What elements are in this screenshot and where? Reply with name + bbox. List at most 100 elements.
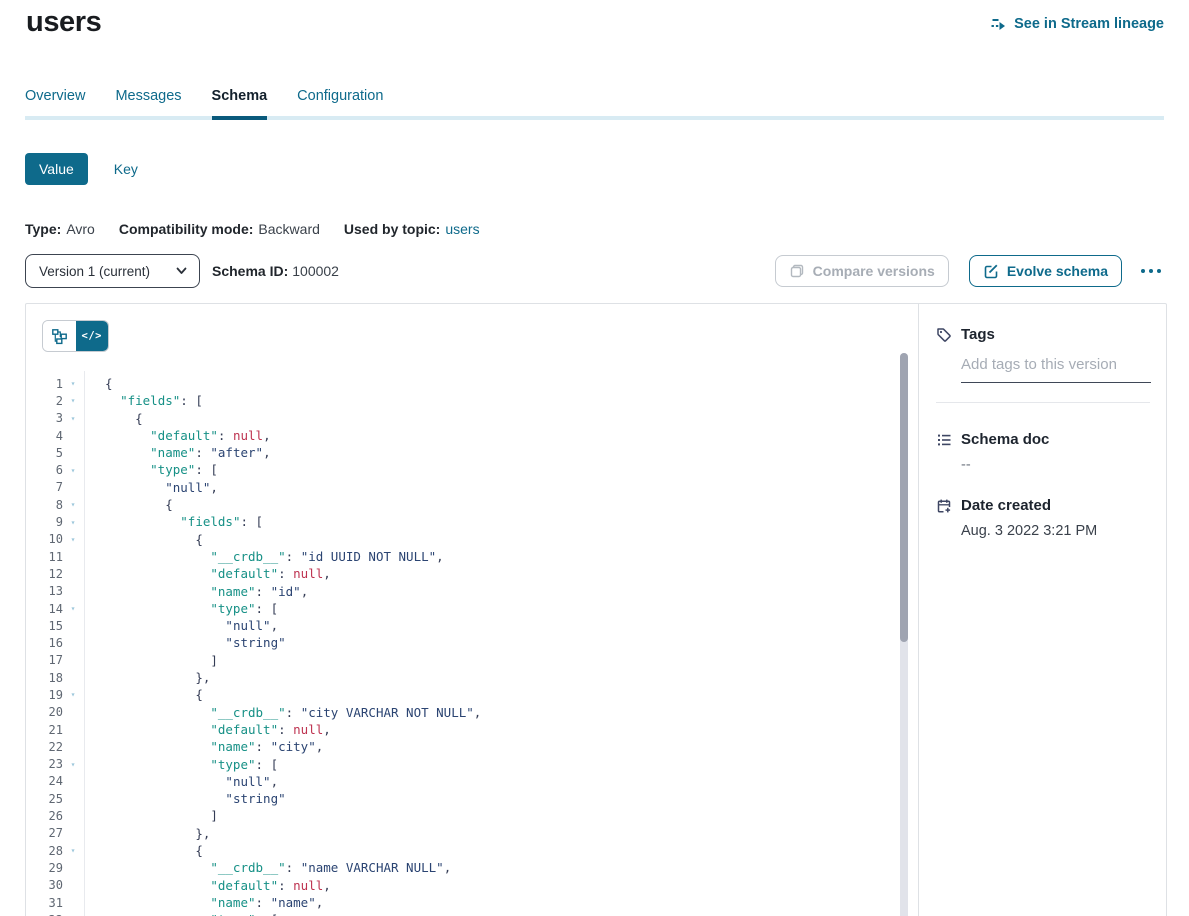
code-editor[interactable]: 1▾2▾3▾456▾78▾9▾10▾11121314▾1516171819▾20… — [26, 371, 918, 916]
fold-toggle-icon[interactable]: ▾ — [63, 846, 83, 855]
gutter-row: 6▾ — [26, 461, 84, 478]
topic-link[interactable]: users — [445, 221, 479, 237]
line-number: 27 — [26, 826, 63, 840]
code-scrollbar-thumb[interactable] — [900, 353, 908, 642]
schema-code-pane: </> 1▾2▾3▾456▾78▾9▾10▾11121314▾151617181… — [26, 304, 919, 916]
fold-toggle-icon[interactable]: ▾ — [63, 690, 83, 699]
code-scrollbar-track[interactable] — [900, 353, 908, 916]
gutter-row: 4 — [26, 427, 84, 444]
gutter-row: 23▾ — [26, 756, 84, 773]
date-created-section-header: Date created — [936, 497, 1151, 514]
list-icon — [936, 432, 952, 448]
line-number: 23 — [26, 757, 63, 771]
tree-view-icon — [51, 328, 68, 345]
code-line: "default": null, — [105, 565, 481, 582]
gutter-row: 24 — [26, 773, 84, 790]
line-number: 10 — [26, 532, 63, 546]
tree-view-button[interactable] — [43, 321, 76, 351]
line-number: 21 — [26, 723, 63, 737]
code-line: "name": "name", — [105, 894, 481, 911]
code-line: "name": "after", — [105, 444, 481, 461]
schema-id: Schema ID:100002 — [212, 263, 339, 279]
code-line: }, — [105, 825, 481, 842]
compare-versions-button[interactable]: Compare versions — [775, 255, 949, 287]
value-toggle-button[interactable]: Value — [25, 153, 88, 185]
code-line: "type": [ — [105, 911, 481, 916]
code-gutter: 1▾2▾3▾456▾78▾9▾10▾11121314▾1516171819▾20… — [26, 371, 85, 916]
versions-icon — [789, 263, 805, 279]
code-line: { — [105, 496, 481, 513]
line-number: 9 — [26, 515, 63, 529]
gutter-row: 20 — [26, 704, 84, 721]
gutter-row: 8▾ — [26, 496, 84, 513]
fold-toggle-icon[interactable]: ▾ — [63, 518, 83, 527]
gutter-row: 2▾ — [26, 392, 84, 409]
chevron-down-icon — [176, 267, 187, 275]
line-number: 17 — [26, 653, 63, 667]
calendar-plus-icon — [936, 498, 952, 514]
fold-toggle-icon[interactable]: ▾ — [63, 535, 83, 544]
tab-bar: Overview Messages Schema Configuration — [25, 88, 1164, 120]
fold-toggle-icon[interactable]: ▾ — [63, 500, 83, 509]
evolve-schema-button[interactable]: Evolve schema — [969, 255, 1122, 287]
date-created-value: Aug. 3 2022 3:21 PM — [961, 523, 1151, 539]
stream-lineage-icon — [990, 15, 1007, 32]
line-number: 30 — [26, 878, 63, 892]
code-line: ] — [105, 807, 481, 824]
line-number: 25 — [26, 792, 63, 806]
gutter-row: 28▾ — [26, 842, 84, 859]
tab-overview[interactable]: Overview — [25, 88, 85, 120]
code-view-icon: </> — [82, 330, 102, 342]
code-line: "name": "id", — [105, 583, 481, 600]
line-number: 20 — [26, 705, 63, 719]
schema-controls-row: Version 1 (current) Schema ID:100002 Com… — [25, 254, 1164, 288]
page-title: users — [26, 6, 101, 39]
code-line: "type": [ — [105, 600, 481, 617]
tab-schema[interactable]: Schema — [212, 88, 268, 120]
line-number: 4 — [26, 429, 63, 443]
code-lines: { "fields": [ { "default": null, "name":… — [85, 371, 481, 916]
fold-toggle-icon[interactable]: ▾ — [63, 604, 83, 613]
gutter-row: 29 — [26, 859, 84, 876]
code-view-button[interactable]: </> — [76, 321, 109, 351]
schema-doc-value: -- — [961, 457, 1151, 473]
code-line: "type": [ — [105, 461, 481, 478]
code-line: }, — [105, 669, 481, 686]
code-line: "fields": [ — [105, 392, 481, 409]
code-line: "null", — [105, 773, 481, 790]
tab-messages[interactable]: Messages — [115, 88, 181, 120]
gutter-row: 31 — [26, 894, 84, 911]
schema-sidebar: Tags Schema doc -- — [919, 304, 1167, 916]
fold-toggle-icon[interactable]: ▾ — [63, 414, 83, 423]
fold-toggle-icon[interactable]: ▾ — [63, 466, 83, 475]
gutter-row: 27 — [26, 825, 84, 842]
stream-lineage-link[interactable]: See in Stream lineage — [990, 15, 1164, 32]
fold-toggle-icon[interactable]: ▾ — [63, 379, 83, 388]
line-number: 18 — [26, 671, 63, 685]
tags-section-header: Tags — [936, 326, 1151, 343]
tab-configuration[interactable]: Configuration — [297, 88, 383, 120]
code-line: { — [105, 686, 481, 703]
key-toggle-button[interactable]: Key — [114, 161, 138, 177]
add-tags-input[interactable] — [961, 356, 1151, 383]
tag-icon — [936, 327, 952, 343]
schema-meta-row: Type:Avro Compatibility mode:Backward Us… — [25, 221, 480, 237]
code-line: "__crdb__": "name VARCHAR NULL", — [105, 859, 481, 876]
line-number: 26 — [26, 809, 63, 823]
line-number: 7 — [26, 480, 63, 494]
fold-toggle-icon[interactable]: ▾ — [63, 760, 83, 769]
code-line: "string" — [105, 634, 481, 651]
gutter-row: 10▾ — [26, 531, 84, 548]
schema-doc-section-header: Schema doc — [936, 431, 1151, 448]
line-number: 5 — [26, 446, 63, 460]
gutter-row: 12 — [26, 565, 84, 582]
gutter-row: 11 — [26, 548, 84, 565]
line-number: 12 — [26, 567, 63, 581]
version-select[interactable]: Version 1 (current) — [25, 254, 200, 288]
fold-toggle-icon[interactable]: ▾ — [63, 396, 83, 405]
gutter-row: 32▾ — [26, 911, 84, 916]
code-line: { — [105, 842, 481, 859]
schema-panel: </> 1▾2▾3▾456▾78▾9▾10▾11121314▾151617181… — [25, 303, 1167, 916]
line-number: 13 — [26, 584, 63, 598]
more-options-button[interactable] — [1138, 266, 1164, 276]
